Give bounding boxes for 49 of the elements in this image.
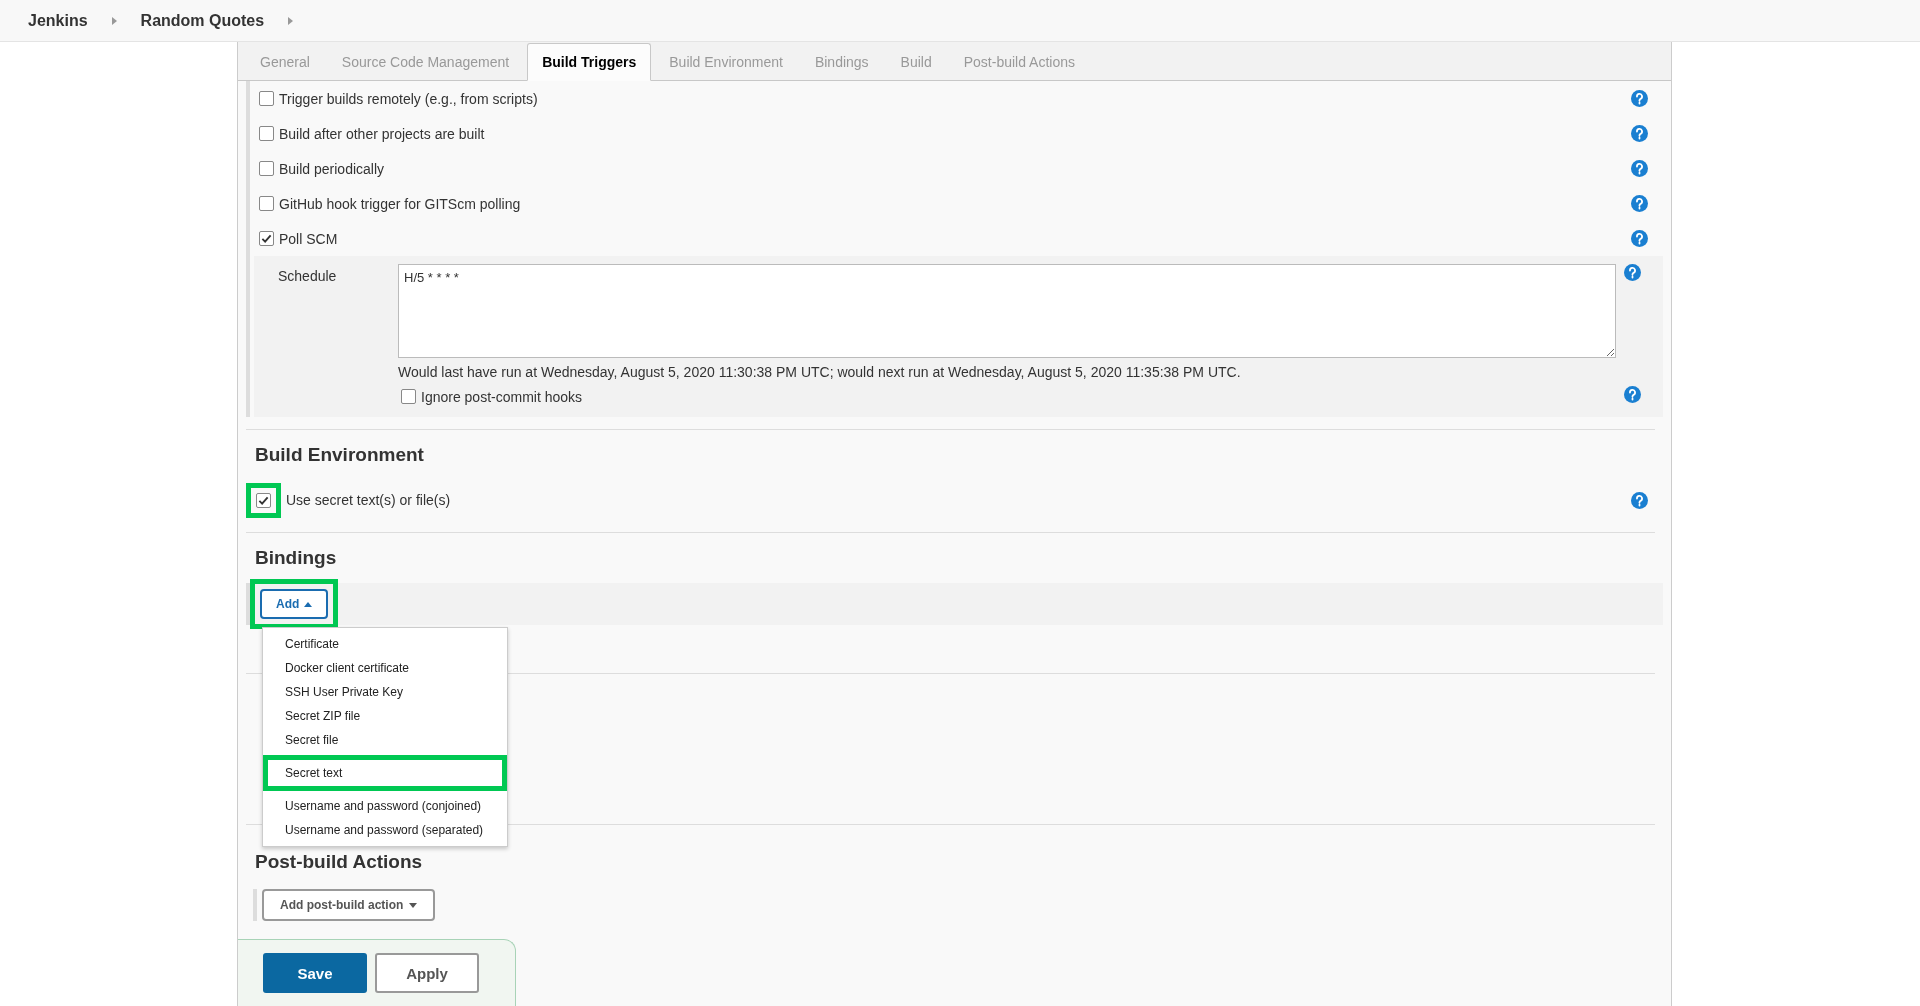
help-icon[interactable] (1624, 386, 1641, 403)
menu-item[interactable]: Secret ZIP file (263, 704, 507, 728)
checkbox[interactable] (259, 126, 274, 141)
checkbox[interactable] (401, 389, 416, 404)
help-icon[interactable] (1631, 491, 1648, 509)
checkbox-label: Build after other projects are built (279, 125, 486, 142)
section-heading: Bindings (255, 547, 337, 569)
help-icon[interactable] (1631, 230, 1648, 247)
checkbox-label: GitHub hook trigger for GITScm polling (279, 195, 522, 212)
checkbox[interactable] (259, 231, 274, 246)
menu-item[interactable]: Certificate (263, 632, 507, 656)
schedule-field[interactable]: H/5 * * * * (398, 264, 1616, 358)
tab[interactable]: Build Triggers (527, 43, 652, 81)
checkbox[interactable] (256, 492, 271, 508)
save-button[interactable]: Save (263, 953, 367, 993)
add-post-build-action-button[interactable]: Add post-build action (262, 889, 436, 921)
menu-item[interactable]: Username and password (conjoined) (263, 794, 507, 818)
section-heading: Post-build Actions (255, 851, 423, 873)
checkbox-label: Poll SCM (279, 230, 339, 247)
chevron-icon[interactable] (111, 16, 117, 25)
menu-item[interactable]: Docker client certificate (263, 656, 507, 680)
section-heading: Build Environment (255, 444, 424, 466)
help-icon[interactable] (1631, 125, 1648, 142)
breadcrumb-link[interactable]: Random Quotes (140, 11, 265, 30)
menu-item[interactable]: SSH User Private Key (263, 680, 507, 704)
breadcrumb-link[interactable]: Jenkins (28, 11, 88, 30)
menu-item[interactable]: Secret text (263, 755, 507, 791)
menu-item[interactable]: Username and password (separated) (263, 818, 507, 842)
checkmark-icon (261, 233, 272, 244)
field-label: Schedule (278, 267, 338, 286)
checkbox-label: Trigger builds remotely (e.g., from scripts) (279, 90, 539, 107)
checkbox-label: Use secret text(s) or file(s) (286, 492, 452, 508)
checkbox-label: Build periodically (279, 160, 386, 177)
help-icon[interactable] (1631, 90, 1648, 107)
checkbox[interactable] (259, 91, 274, 106)
chevron-icon[interactable] (288, 16, 294, 25)
apply-button[interactable]: Apply (375, 953, 479, 993)
menu-item[interactable]: Secret file (263, 728, 507, 752)
caret-icon (304, 601, 313, 607)
checkbox[interactable] (259, 196, 274, 211)
caret-icon (409, 902, 418, 908)
checkbox-label: Ignore post-commit hooks (421, 388, 584, 405)
checkmark-icon (258, 494, 269, 506)
schedule-note: Would last have run at Wednesday, August 5, 2020 11:30:38 PM UTC; would next run at Wednesday, August 5, 2020 11:35:38 PM UTC. (398, 364, 1242, 380)
checkbox[interactable] (259, 161, 274, 176)
help-icon[interactable] (1624, 264, 1641, 281)
add-button[interactable]: Add (260, 589, 329, 619)
help-icon[interactable] (1631, 160, 1648, 177)
help-icon[interactable] (1631, 195, 1648, 212)
